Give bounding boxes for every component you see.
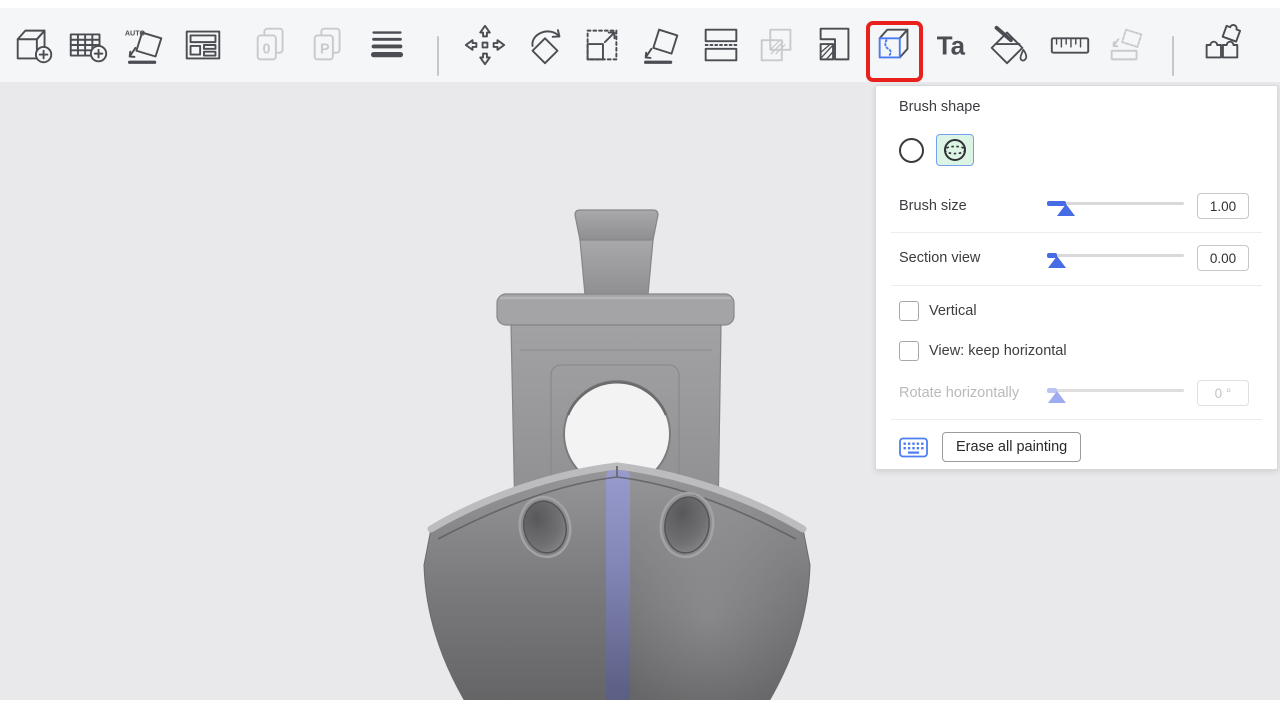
mesh-boolean-icon[interactable] [753, 19, 801, 71]
svg-text:Ta: Ta [937, 33, 966, 61]
arrange-icon[interactable] [179, 19, 227, 71]
text-tool-icon[interactable]: Ta [931, 19, 979, 71]
rotate-horizontally-row: Rotate horizontally [899, 379, 1249, 407]
split-to-parts-icon[interactable]: P [306, 19, 354, 71]
scale-icon[interactable] [578, 19, 626, 71]
rotate-horizontally-label: Rotate horizontally [899, 385, 1047, 401]
seam-painting-icon[interactable] [871, 19, 919, 71]
slider-thumb[interactable] [1057, 204, 1075, 216]
main-toolbar: AUTO 0 P [0, 8, 1280, 83]
keep-horizontal-label: View: keep horizontal [929, 343, 1067, 359]
auto-orient-icon[interactable]: AUTO [121, 19, 169, 71]
section-view-slider[interactable] [1047, 249, 1184, 267]
keep-horizontal-row: View: keep horizontal [899, 340, 1249, 362]
support-painting-icon[interactable] [811, 19, 859, 71]
place-on-bed-icon[interactable] [1102, 19, 1150, 71]
slicer-window: AUTO 0 P [0, 0, 1280, 720]
section-view-value[interactable] [1197, 245, 1249, 271]
sphere-brush-icon [942, 137, 968, 163]
section-view-row: Section view [899, 244, 1249, 272]
vertical-row: Vertical [899, 300, 1249, 322]
keyboard-shortcuts-icon[interactable] [899, 437, 928, 458]
place-on-face-icon[interactable] [637, 19, 685, 71]
divider [891, 232, 1262, 233]
svg-text:P: P [320, 42, 330, 58]
add-object-icon[interactable] [10, 19, 58, 71]
vertical-label: Vertical [929, 303, 977, 319]
move-icon[interactable] [461, 19, 509, 71]
brush-size-value[interactable] [1197, 193, 1249, 219]
model-3dbenchy[interactable] [408, 185, 832, 720]
sphere-brush-option[interactable] [936, 134, 974, 166]
circle-brush-option[interactable] [899, 138, 924, 163]
slider-track[interactable] [1047, 254, 1184, 257]
measure-icon[interactable] [1046, 19, 1094, 71]
erase-all-painting-button[interactable]: Erase all painting [942, 432, 1081, 462]
slider-thumb[interactable] [1048, 256, 1066, 268]
color-painting-icon[interactable] [984, 19, 1032, 71]
bottom-bar [0, 700, 1280, 720]
brush-size-slider[interactable] [1047, 197, 1184, 215]
variable-layer-height-icon[interactable] [363, 19, 411, 71]
panel-footer-row: Erase all painting [899, 432, 1249, 462]
slider-thumb [1048, 391, 1066, 403]
brush-size-label: Brush size [899, 198, 1047, 214]
rotate-horizontally-value [1197, 380, 1249, 406]
vertical-checkbox[interactable] [899, 301, 919, 321]
split-to-objects-icon[interactable]: 0 [249, 19, 297, 71]
slider-track [1047, 389, 1184, 392]
rotate-icon[interactable] [521, 19, 569, 71]
divider [891, 285, 1262, 286]
svg-text:0: 0 [262, 42, 270, 58]
cut-icon[interactable] [697, 19, 745, 71]
toolbar-separator [437, 36, 439, 76]
add-plate-icon[interactable] [64, 19, 112, 71]
assembly-view-icon[interactable] [1197, 19, 1245, 71]
brush-shape-label: Brush shape [899, 99, 980, 115]
brush-shape-options [899, 133, 1249, 167]
brush-size-row: Brush size [899, 192, 1249, 220]
toolbar-separator [1172, 36, 1174, 76]
section-view-label: Section view [899, 250, 1047, 266]
keep-horizontal-checkbox[interactable] [899, 341, 919, 361]
seam-painting-panel: Brush shape Brush size Section view [875, 85, 1278, 470]
divider [891, 419, 1262, 420]
rotate-horizontally-slider [1047, 384, 1184, 402]
